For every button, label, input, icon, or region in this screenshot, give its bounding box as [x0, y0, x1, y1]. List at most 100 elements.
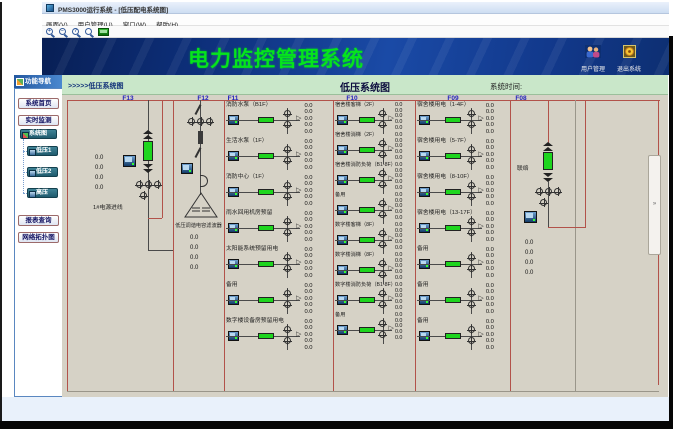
meter-value: 0.0 [95, 163, 121, 173]
sidebar-tree-root[interactable]: 系统图 [20, 129, 57, 139]
column-label-F12: F12 [191, 95, 215, 102]
feeder-label: 生活水泵（1F） [226, 138, 268, 144]
feeder-row[interactable]: 宿舍楼消梯（2F）▷0.00.00.00.00.0 [335, 131, 416, 161]
sidebar: 功能导航 系统首页 实时监测 系统图 低压1低压2高压 报表查询 网络拓扑图 [14, 75, 63, 397]
panel-handle[interactable]: » [648, 155, 661, 255]
sidebar-item-home[interactable]: 系统首页 [18, 98, 59, 109]
feeder-column-F11: 消防水泵（B1F）▷0.00.00.00.00.0生活水泵（1F）▷0.00.0… [226, 101, 332, 353]
feeder-values: 0.00.00.00.00.0 [304, 319, 332, 351]
feeder-label: 宿舍楼用电（5-7F） [417, 138, 470, 144]
arrow-right-icon: ▷ [478, 151, 483, 158]
capacitor-label: 低压调谐电容滤波器 [173, 223, 224, 229]
user-management-button[interactable]: 用户管理 [577, 45, 609, 73]
arrow-up-icon [143, 130, 153, 139]
arrow-right-icon: ▷ [388, 325, 393, 332]
arrow-right-icon: ▷ [296, 331, 301, 338]
feeder-row[interactable]: 宿舍楼消防负荷（B1-8F）▷0.00.00.00.00.0 [335, 161, 416, 191]
feeder-label: 备用 [335, 312, 345, 318]
zoom-region-icon[interactable] [84, 27, 97, 37]
arrow-right-icon: ▷ [296, 115, 301, 122]
exit-icon [623, 45, 636, 58]
arrow-down-icon [143, 164, 153, 173]
sidebar-section-realtime[interactable]: 实时监测 [18, 115, 59, 126]
feeder-values: 0.00.00.00.00.0 [486, 319, 510, 351]
meter-value: 0.0 [95, 173, 121, 183]
feeder-values: 0.00.00.00.00.0 [395, 163, 416, 192]
sidebar-item-report[interactable]: 报表查询 [18, 215, 59, 226]
breaker [445, 333, 461, 339]
feeder-row[interactable]: 数字楼设备房预留用电 ▷0.00.00.00.00.0 [226, 317, 332, 353]
breaker [445, 189, 461, 195]
feeder-value: 0.0 [304, 309, 332, 315]
feeder-label: 备用 [335, 192, 345, 198]
feeder-row[interactable]: 宿舍楼用电（1-4F）▷0.00.00.00.00.0 [417, 101, 510, 137]
breaker [359, 177, 375, 183]
sidebar-item-topology[interactable]: 网络拓扑图 [18, 232, 59, 243]
zoom-query-icon[interactable]: ? [71, 27, 84, 37]
desktop-background [0, 397, 669, 421]
feeder-label: 消防中心（1F） [226, 174, 268, 180]
meter-value: 0.0 [525, 248, 551, 258]
feeder-value: 0.0 [304, 201, 332, 207]
sidebar-item-高压[interactable]: 高压 [27, 188, 58, 198]
feeder-row[interactable]: 雨水回用机房预留▷0.00.00.00.00.0 [226, 209, 332, 245]
feeder-row[interactable]: 宿舍楼用电（8-10F）▷0.00.00.00.00.0 [417, 173, 510, 209]
breaker [258, 189, 274, 195]
sidebar-item-低压2[interactable]: 低压2 [27, 167, 58, 177]
feeder-label: 数字楼设备房预留用电 [226, 318, 284, 324]
feeder-value: 0.0 [304, 129, 332, 135]
diagram-canvas: 0.00.00.00.0 1#电源进线 低压调谐电容滤波器 0.00.00.00… [62, 95, 668, 397]
feeder-values: 0.00.00.00.00.0 [304, 247, 332, 279]
feeder-label: 宿舍楼用电（1-4F） [417, 102, 470, 108]
feeder-value: 0.0 [486, 309, 510, 315]
zoom-out-icon[interactable]: − [58, 27, 71, 37]
feeder-values: 0.00.00.00.00.0 [486, 211, 510, 243]
titlebar[interactable]: PMS3000运行系统 - [低压配电系统图] [42, 2, 669, 14]
breaker [359, 117, 375, 123]
feeder-row[interactable]: 宿舍楼用电（13-17F）▷0.00.00.00.00.0 [417, 209, 510, 245]
feeder-values: 0.00.00.00.00.0 [304, 211, 332, 243]
feeder-row[interactable]: 数字楼客梯（8F）▷0.00.00.00.00.0 [335, 221, 416, 251]
feeder-row[interactable]: 太阳能系统预留用电▷0.00.00.00.00.0 [226, 245, 332, 281]
feeder-value: 0.0 [486, 237, 510, 243]
breaker [258, 261, 274, 267]
feeder-label: 备用 [417, 282, 429, 288]
capacitor-values: 0.00.00.00.0 [190, 233, 216, 273]
feeder-values: 0.00.00.00.00.0 [304, 283, 332, 315]
monitor-icon[interactable] [123, 155, 136, 167]
arrow-right-icon: ▷ [388, 175, 393, 182]
monitor-icon[interactable] [524, 211, 537, 223]
feeder-row[interactable]: 备用▷0.00.00.00.00.0 [417, 245, 510, 281]
sidebar-item-低压1[interactable]: 低压1 [27, 146, 58, 156]
feeder-row[interactable]: 消防水泵（B1F）▷0.00.00.00.00.0 [226, 101, 332, 137]
feeder-row[interactable]: 宿舍楼客梯（2F）▷0.00.00.00.00.0 [335, 101, 416, 131]
feeder-row[interactable]: 备用▷0.00.00.00.00.0 [417, 317, 510, 353]
page-title: 低压系统图 [62, 79, 668, 94]
breaker [258, 117, 274, 123]
screen-icon[interactable] [97, 27, 110, 37]
feeder-value: 0.0 [486, 273, 510, 279]
fuse-icon [198, 131, 203, 144]
feeder-values: 0.00.00.00.00.0 [395, 103, 416, 132]
feeder-row[interactable]: 备用▷0.00.00.00.00.0 [226, 281, 332, 317]
tree-connector [23, 139, 24, 193]
meter-value: 0.0 [525, 238, 551, 248]
feeder-row[interactable]: 备用▷0.00.00.00.00.0 [417, 281, 510, 317]
feeder-row[interactable]: 数字楼消梯（8F）▷0.00.00.00.00.0 [335, 251, 416, 281]
breaker [258, 297, 274, 303]
monitor-icon[interactable] [181, 163, 193, 174]
feeder-row[interactable]: 备用▷0.00.00.00.00.0 [335, 311, 416, 341]
feeder-row[interactable]: 备用▷0.00.00.00.00.0 [335, 191, 416, 221]
zoom-in-icon[interactable]: + [45, 27, 58, 37]
tie-breaker[interactable] [543, 152, 553, 170]
exit-system-button[interactable]: 退出系统 [613, 45, 645, 73]
feeder-row[interactable]: 数字楼消防负荷（B1-8F）▷0.00.00.00.00.0 [335, 281, 416, 311]
feeder-row[interactable]: 消防中心（1F）▷0.00.00.00.00.0 [226, 173, 332, 209]
incomer-breaker[interactable] [143, 141, 153, 161]
arrow-up-icon [543, 142, 553, 151]
feeder-values: 0.00.00.00.00.0 [395, 223, 416, 252]
feeder-row[interactable]: 宿舍楼用电（5-7F）▷0.00.00.00.00.0 [417, 137, 510, 173]
feeder-row[interactable]: 生活水泵（1F）▷0.00.00.00.00.0 [226, 137, 332, 173]
arrow-right-icon: ▷ [296, 295, 301, 302]
meter-value: 0.0 [525, 268, 551, 278]
